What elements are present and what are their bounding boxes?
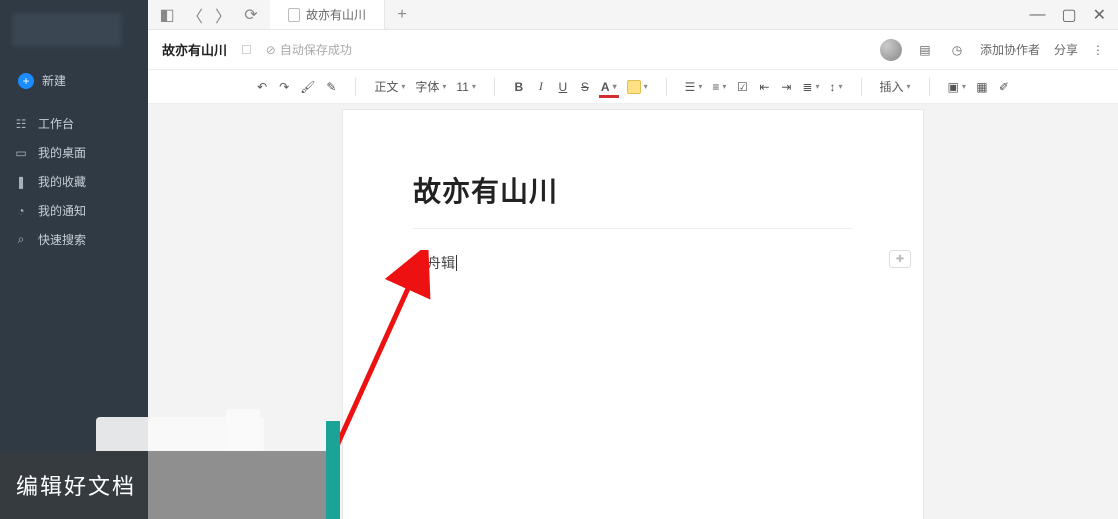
add-tab-button[interactable]: + xyxy=(385,0,419,29)
plus-icon: + xyxy=(18,73,34,89)
italic-button[interactable]: I xyxy=(533,77,549,97)
profile-area[interactable] xyxy=(0,0,148,60)
indent-button[interactable]: ⇥ xyxy=(778,77,794,97)
autosave-status: ⊘ 自动保存成功 xyxy=(266,41,352,58)
check-icon: ⊘ xyxy=(266,43,276,57)
sidebar-item-desktop[interactable]: ▭ 我的桌面 xyxy=(0,138,148,167)
forward-button[interactable]: 〉 xyxy=(214,3,232,27)
table-button[interactable]: ▦ xyxy=(974,77,990,97)
main-app: ◧ 〈 〉 ⟳ 故亦有山川 + — ▢ ✕ 故亦有山川 ☐ ⊘ 自动保存成功 ▤… xyxy=(148,0,1118,519)
tab-label: 故亦有山川 xyxy=(306,6,366,23)
header-bar: 故亦有山川 ☐ ⊘ 自动保存成功 ▤ ◷ 添加协作者 分享 ⋮ xyxy=(148,30,1118,70)
nav-controls: ◧ 〈 〉 ⟳ xyxy=(148,0,270,29)
tutorial-caption: 编辑好文档 xyxy=(0,451,340,519)
strike-button[interactable]: S xyxy=(577,77,593,97)
favorites-icon: ❚ xyxy=(14,175,28,189)
sidebar-item-label: 我的桌面 xyxy=(38,144,86,161)
sidebar-item-label: 我的通知 xyxy=(38,202,86,219)
profile-blur xyxy=(12,13,122,47)
document-icon xyxy=(288,8,300,22)
new-label: 新建 xyxy=(42,72,66,89)
underline-button[interactable]: U xyxy=(555,77,571,97)
clear-format-button[interactable]: ✎ xyxy=(323,77,339,97)
doc-title[interactable]: 故亦有山川 xyxy=(162,40,227,59)
sidebar-item-workbench[interactable]: ☷ 工作台 xyxy=(0,109,148,138)
back-button[interactable]: 〈 xyxy=(186,3,204,27)
image-button[interactable]: ▣ xyxy=(946,77,968,97)
refresh-button[interactable]: ⟳ xyxy=(242,5,260,25)
avatar[interactable] xyxy=(880,39,902,61)
tab-active[interactable]: 故亦有山川 xyxy=(270,0,385,29)
caption-tab-bg2 xyxy=(226,409,260,451)
search-icon: ⌕ xyxy=(14,232,28,247)
bullet-list-button[interactable]: ☰ xyxy=(683,77,705,97)
outdent-button[interactable]: ⇤ xyxy=(756,77,772,97)
tab-bar: ◧ 〈 〉 ⟳ 故亦有山川 + — ▢ ✕ xyxy=(148,0,1118,30)
history-icon[interactable]: ◷ xyxy=(948,41,966,59)
highlight-button[interactable] xyxy=(625,77,650,97)
new-button[interactable]: + 新建 xyxy=(8,66,140,95)
workbench-icon: ☷ xyxy=(14,117,28,131)
font-family-select[interactable]: 字体 xyxy=(413,77,448,97)
sidebar-item-label: 快速搜索 xyxy=(38,231,86,248)
document-body[interactable]: 车舟辑 xyxy=(413,253,853,273)
sidebar-item-search[interactable]: ⌕ 快速搜索 xyxy=(0,225,148,254)
chat-icon[interactable]: ▤ xyxy=(916,41,934,59)
window-controls: — ▢ ✕ xyxy=(1017,0,1118,29)
ordered-list-button[interactable]: ≡ xyxy=(710,77,728,97)
autosave-label: 自动保存成功 xyxy=(280,41,352,58)
sidebar-item-label: 工作台 xyxy=(38,115,74,132)
add-collaborator-button[interactable]: 添加协作者 xyxy=(980,41,1040,58)
undo-button[interactable]: ↶ xyxy=(254,77,270,97)
share-button[interactable]: 分享 xyxy=(1054,41,1078,58)
more-icon[interactable]: ⋮ xyxy=(1092,43,1104,57)
paragraph-style-select[interactable]: 正文 xyxy=(372,77,407,97)
panel-toggle-icon[interactable]: ◧ xyxy=(158,5,176,25)
body-text-content: 车舟辑 xyxy=(413,255,455,271)
text-color-button[interactable]: A xyxy=(599,77,619,97)
document-title[interactable]: 故亦有山川 xyxy=(413,170,853,210)
sidebar-item-label: 我的收藏 xyxy=(38,173,86,190)
close-button[interactable]: ✕ xyxy=(1093,5,1106,25)
document-page[interactable]: 故亦有山川 车舟辑 ✚ xyxy=(343,110,923,519)
title-rule xyxy=(413,228,853,229)
maximize-button[interactable]: ▢ xyxy=(1061,5,1076,25)
bold-button[interactable]: B xyxy=(511,77,527,97)
desktop-icon: ▭ xyxy=(14,146,28,160)
sidebar-item-notify[interactable]: ◔ 我的通知 xyxy=(0,196,148,225)
caption-accent xyxy=(326,421,340,519)
minimize-button[interactable]: — xyxy=(1029,6,1045,24)
bookmark-icon[interactable]: ☐ xyxy=(241,43,252,57)
caption-text: 编辑好文档 xyxy=(16,469,136,501)
redo-button[interactable]: ↷ xyxy=(276,77,292,97)
text-cursor xyxy=(456,255,457,271)
line-spacing-button[interactable]: ↕ xyxy=(827,77,844,97)
insert-menu[interactable]: 插入 xyxy=(878,77,913,97)
checklist-button[interactable]: ☑ xyxy=(734,77,750,97)
notify-icon: ◔ xyxy=(14,204,28,218)
format-painter-button[interactable]: 🖌 xyxy=(298,77,317,97)
sidebar-item-favorites[interactable]: ❚ 我的收藏 xyxy=(0,167,148,196)
font-size-select[interactable]: 11 xyxy=(454,77,477,97)
comment-toolbar-button[interactable]: ✐ xyxy=(996,77,1012,97)
add-comment-button[interactable]: ✚ xyxy=(889,250,911,268)
align-button[interactable]: ≣ xyxy=(800,77,821,97)
editor-toolbar: ↶ ↷ 🖌 ✎ 正文 字体 11 B I U S A ☰ ≡ ☑ ⇤ ⇥ ≣ xyxy=(148,70,1118,104)
